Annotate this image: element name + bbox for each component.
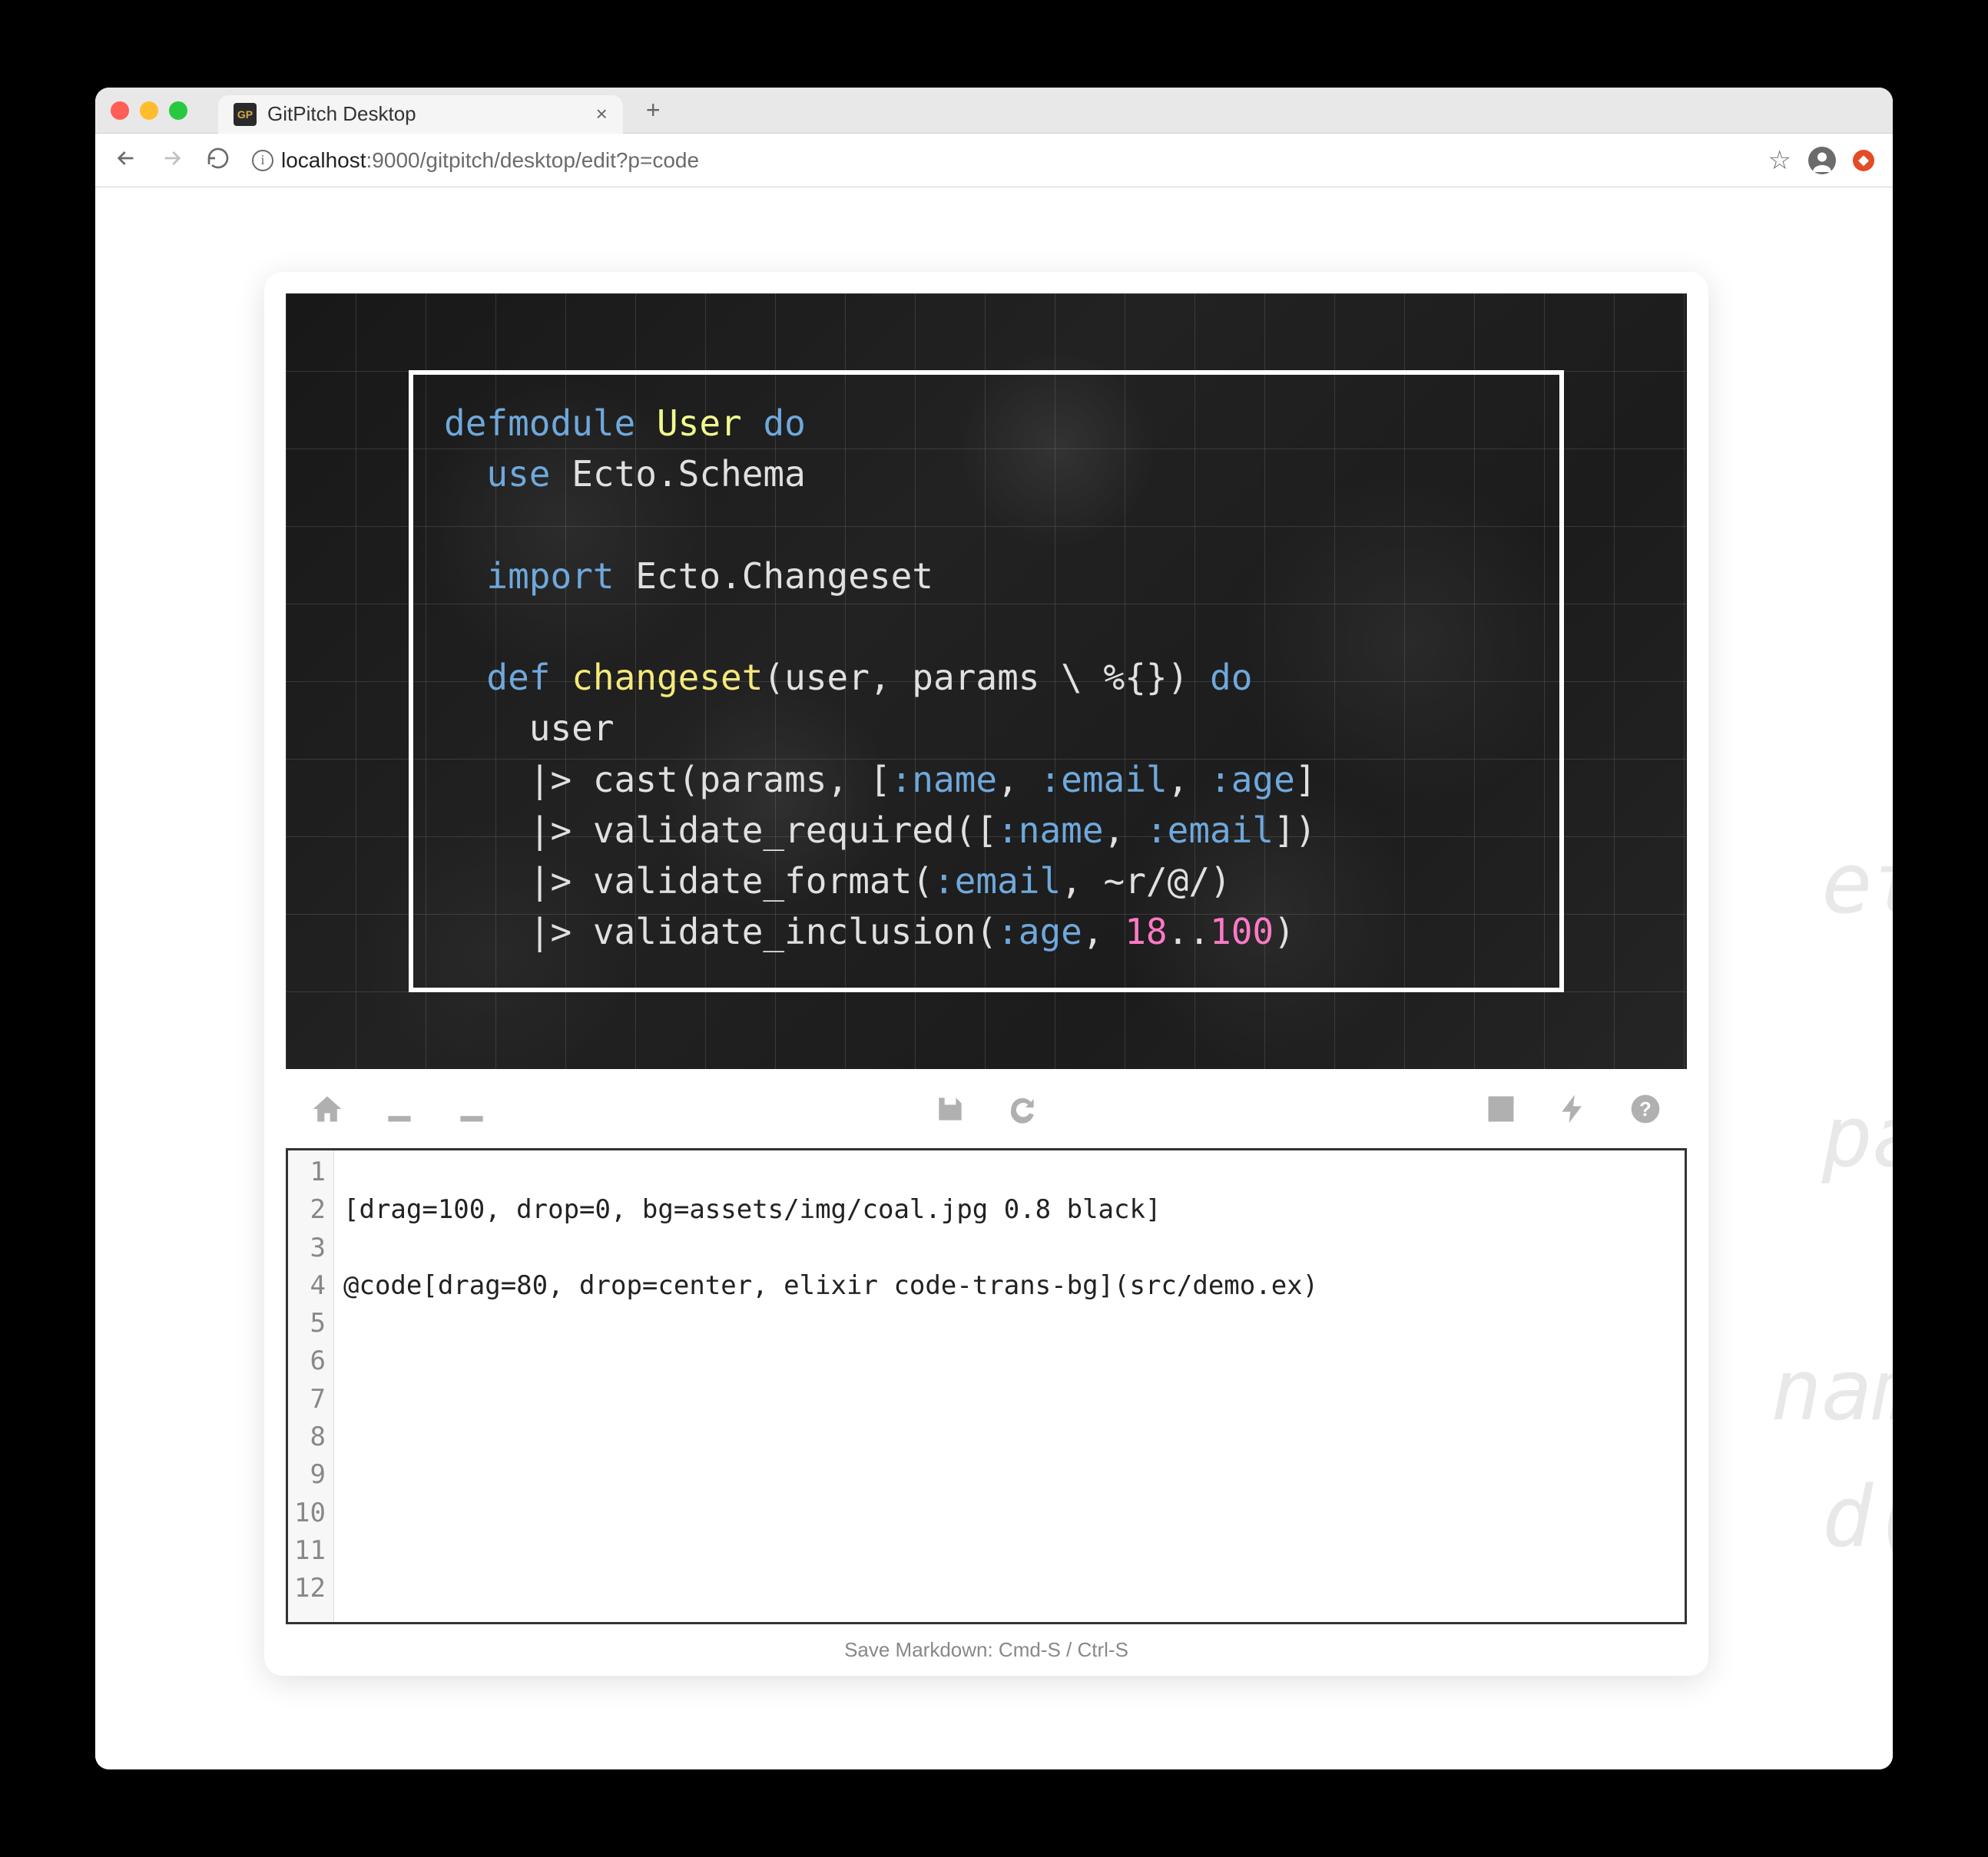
home-button[interactable] [310, 1092, 344, 1130]
minimize-window-button[interactable] [140, 101, 158, 120]
url-input[interactable]: i localhost:9000/gitpitch/desktop/edit?p… [252, 148, 1747, 173]
titlebar: GP GitPitch Desktop × + [95, 88, 1893, 134]
browser-window: GP GitPitch Desktop × + i localhost:9000… [95, 88, 1893, 1769]
browser-tab[interactable]: GP GitPitch Desktop × [218, 95, 623, 134]
line-gutter: 1 2 3 4 5 6 7 8 9 10 11 12 [288, 1150, 334, 1622]
status-hint: Save Markdown: Cmd-S / Ctrl-S [264, 1624, 1708, 1665]
new-tab-button[interactable]: + [646, 96, 661, 124]
bookmark-star-icon[interactable]: ☆ [1768, 145, 1791, 176]
tab-title: GitPitch Desktop [267, 102, 416, 126]
flash-button[interactable] [1556, 1092, 1590, 1130]
close-window-button[interactable] [111, 101, 129, 120]
toolbar: ? [264, 1077, 1708, 1148]
reload-button[interactable] [206, 146, 230, 174]
tab-close-icon[interactable]: × [596, 102, 608, 126]
svg-text:?: ? [1639, 1099, 1652, 1120]
refresh-button[interactable] [1006, 1092, 1039, 1130]
editor-textarea[interactable]: [drag=100, drop=0, bg=assets/img/coal.jp… [334, 1150, 1685, 1622]
help-button[interactable]: ? [1629, 1092, 1662, 1130]
favicon-icon: GP [234, 103, 257, 126]
slide-preview[interactable]: defmodule User do use Ecto.Schema import… [286, 293, 1687, 1069]
traffic-lights [111, 101, 187, 120]
image-button[interactable] [1484, 1092, 1518, 1130]
upload-button[interactable] [455, 1092, 489, 1130]
maximize-window-button[interactable] [169, 101, 187, 120]
download-button[interactable] [383, 1092, 416, 1130]
page-content: et pa nam d( defmodule User do use Ecto.… [95, 187, 1893, 1769]
url-path: /gitpitch/desktop/edit?p=code [420, 148, 699, 172]
url-port: :9000 [366, 148, 420, 172]
url-host: localhost [281, 148, 366, 172]
addressbar: i localhost:9000/gitpitch/desktop/edit?p… [95, 134, 1893, 187]
code-block-frame: defmodule User do use Ecto.Schema import… [409, 370, 1564, 992]
site-info-icon[interactable]: i [252, 150, 273, 171]
background-code-decoration: et pa nam d( [1771, 820, 1893, 1581]
extension-badge-icon[interactable]: ◆ [1853, 150, 1874, 171]
back-button[interactable] [114, 146, 138, 174]
profile-avatar-icon[interactable] [1808, 147, 1836, 174]
code-block: defmodule User do use Ecto.Schema import… [444, 398, 1529, 958]
forward-button[interactable] [160, 146, 184, 174]
markdown-editor[interactable]: 1 2 3 4 5 6 7 8 9 10 11 12 [drag=100, dr… [286, 1148, 1687, 1624]
gitpitch-app: defmodule User do use Ecto.Schema import… [264, 272, 1708, 1676]
save-button[interactable] [933, 1092, 967, 1130]
